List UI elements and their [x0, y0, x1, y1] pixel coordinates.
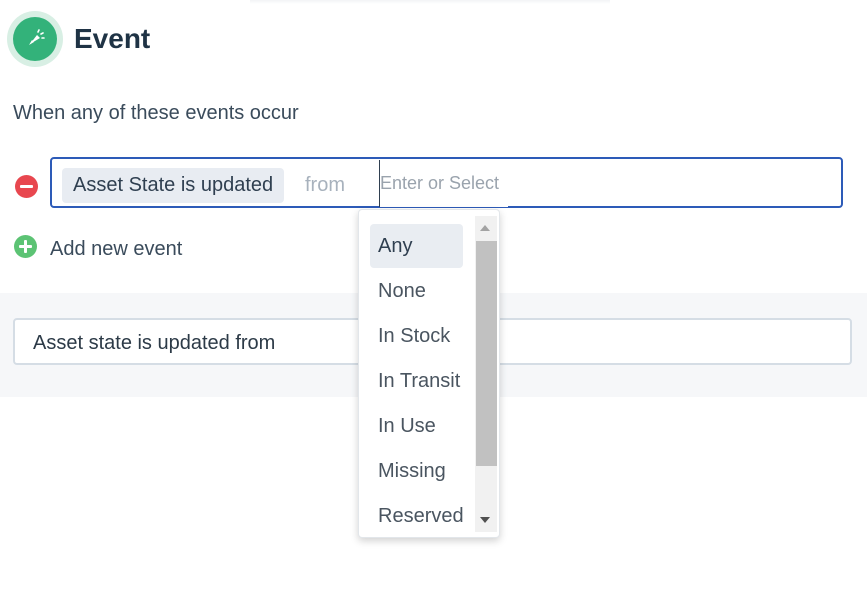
dropdown-scrollbar-thumb[interactable]: [476, 241, 497, 466]
scroll-down-arrow-icon[interactable]: [480, 517, 490, 523]
event-chip[interactable]: Asset State is updated: [62, 168, 285, 203]
add-new-event-link[interactable]: Add new event: [50, 236, 182, 262]
dropdown-option-in-transit[interactable]: In Transit: [370, 359, 463, 403]
dropdown-option-none[interactable]: None: [370, 269, 463, 313]
scroll-up-arrow-icon[interactable]: [480, 225, 490, 231]
dropdown-option-any[interactable]: Any: [370, 224, 463, 268]
summary-text: Asset state is updated from: [33, 332, 276, 354]
dropdown-option-missing[interactable]: Missing: [370, 449, 463, 493]
event-trigger-icon: [13, 17, 57, 61]
dropdown-option-in-stock[interactable]: In Stock: [370, 314, 463, 358]
state-select-input[interactable]: [379, 160, 508, 207]
add-event-icon[interactable]: [14, 235, 37, 258]
event-icon-ring: [7, 11, 63, 67]
top-divider: [250, 0, 610, 4]
event-field[interactable]: Asset State is updated from: [50, 157, 843, 208]
remove-event-icon[interactable]: [15, 175, 38, 198]
dropdown-option-in-use[interactable]: In Use: [370, 404, 463, 448]
page-title: Event: [74, 23, 151, 54]
from-label: from: [305, 174, 345, 196]
dropdown-option-reserved[interactable]: Reserved: [370, 494, 464, 537]
state-dropdown[interactable]: Any None In Stock In Transit In Use Miss…: [358, 209, 500, 538]
events-subtitle: When any of these events occur: [13, 102, 299, 124]
event-config-panel: Event When any of these events occur Ass…: [0, 0, 867, 605]
